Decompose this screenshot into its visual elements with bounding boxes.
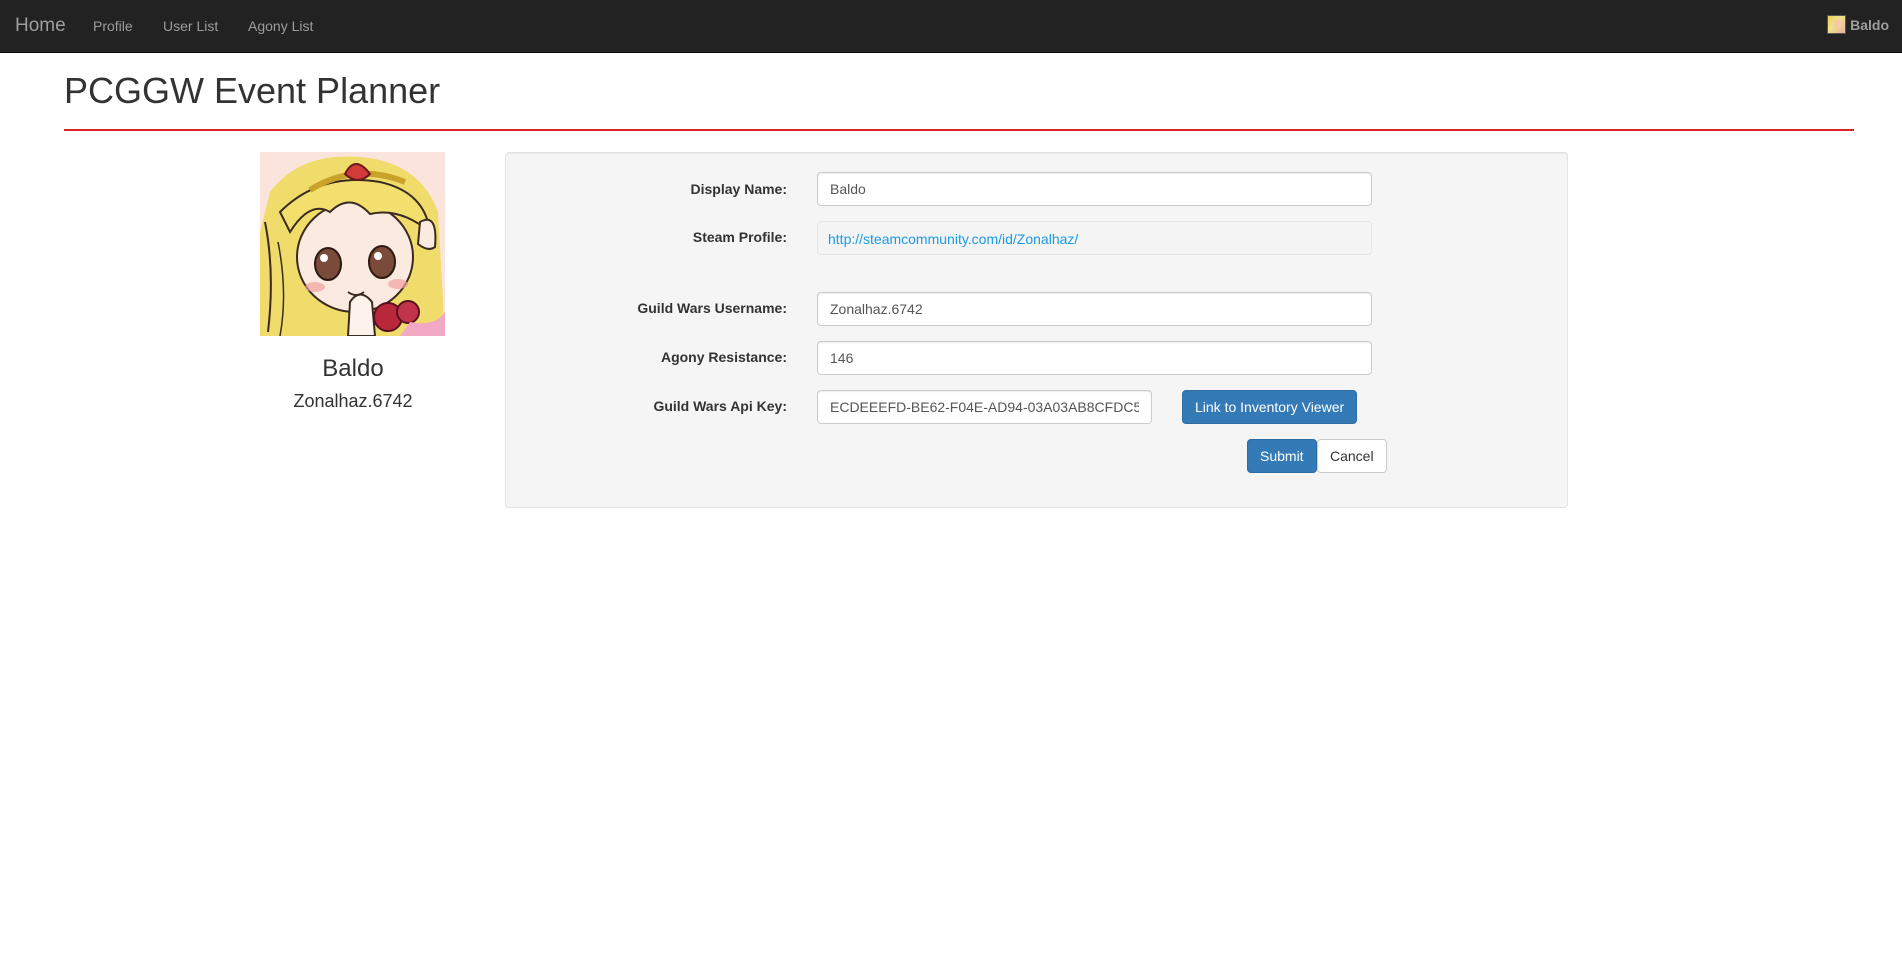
nav-user-name: Baldo (1850, 16, 1889, 33)
agony-resistance-input[interactable] (817, 341, 1372, 375)
profile-avatar-illustration (260, 152, 445, 336)
profile-avatar (260, 152, 445, 336)
gw-username-label: Guild Wars Username: (637, 300, 787, 316)
page-title: PCGGW Event Planner (64, 70, 441, 111)
steam-profile-label: Steam Profile: (692, 229, 787, 245)
top-navbar: Home Profile User List Agony List Baldo (0, 0, 1902, 53)
gw-username-input[interactable] (817, 292, 1372, 326)
agony-resistance-label: Agony Resistance: (660, 349, 787, 365)
cancel-button[interactable]: Cancel (1317, 439, 1387, 473)
profile-username: Zonalhaz.6742 (293, 391, 413, 411)
title-divider (64, 129, 1854, 131)
nav-home-link[interactable]: Home (15, 15, 66, 37)
nav-user-avatar (1827, 15, 1847, 34)
display-name-input[interactable] (817, 172, 1372, 206)
nav-profile-link[interactable]: Profile (93, 17, 133, 35)
nav-user-list-link[interactable]: User List (163, 17, 218, 35)
api-key-input[interactable] (817, 390, 1152, 424)
nav-agony-list-link[interactable]: Agony List (248, 17, 313, 35)
steam-profile-link[interactable]: http://steamcommunity.com/id/Zonalhaz/ (828, 231, 1078, 247)
display-name-label: Display Name: (690, 181, 787, 197)
api-key-label: Guild Wars Api Key: (653, 398, 787, 414)
steam-profile-field: http://steamcommunity.com/id/Zonalhaz/ (817, 221, 1372, 255)
submit-button[interactable]: Submit (1247, 439, 1317, 473)
nav-user-menu[interactable]: Baldo (1827, 15, 1889, 34)
link-inventory-viewer-button[interactable]: Link to Inventory Viewer (1182, 390, 1358, 424)
profile-display-name: Baldo (322, 355, 384, 382)
